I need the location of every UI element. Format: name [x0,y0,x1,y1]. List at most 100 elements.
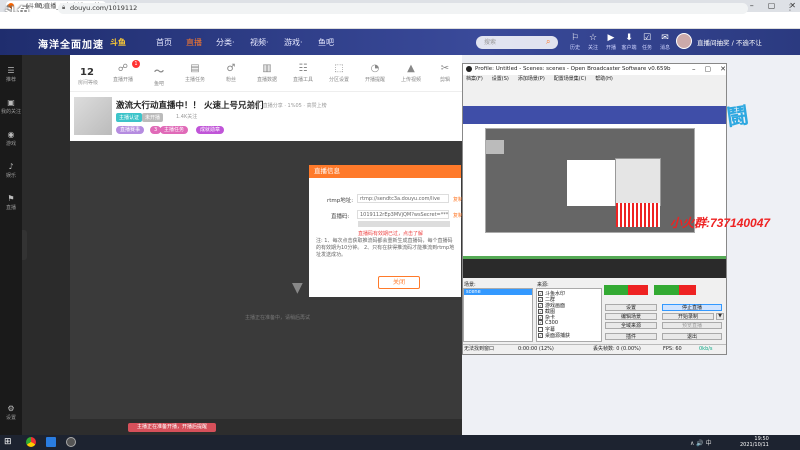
room-thumbnail[interactable] [74,97,112,135]
rail-item-following[interactable]: ▣ 我的关注 [0,98,22,115]
key-warning[interactable]: 直播码有效期已过，点击了解 [358,230,423,237]
obs-menu-item[interactable]: 设置(S) [492,75,509,84]
player-placeholder-icon: ▼ [292,280,303,296]
scene-item-selected[interactable]: scene [464,289,532,295]
tool-upload[interactable]: ▲ 上传视频 [398,63,424,83]
taskbar [0,435,800,450]
rail-recommend-icon: ☰ [7,66,15,75]
nav-games[interactable]: 游戏· [284,37,303,48]
tool-fans[interactable]: ♂ 粉丝 [218,63,244,83]
tool-category[interactable]: ⬚ 分区设置 [326,63,352,83]
modal-notes: 注: 1、每次点击获取推流码都会重新生成直播码，每个直播码的有效期为10分钟。 … [316,238,455,258]
settings-button[interactable]: 设置 [605,304,657,311]
nav-live[interactable]: 直播 [186,37,202,48]
rail-games-icon: ◉ [7,130,15,139]
back-button[interactable]: ← [6,2,14,12]
scenes-label: 场景: [464,282,476,288]
nav-category[interactable]: 分类· [216,37,235,48]
modal-close-button[interactable]: 关闭 [378,276,420,289]
modal-header: 直播信息 [309,165,461,178]
tool-data[interactable]: ▥ 直播数据 [254,63,280,83]
obs-level-bar [463,256,726,259]
global-sources-button[interactable]: 全域来源 [605,322,657,329]
scenes-list[interactable] [463,288,533,342]
exit-button[interactable]: 退出 [662,333,722,340]
rail-settings-icon: ⚙ [7,404,15,413]
audio-mixer [604,283,696,301]
site-logo[interactable]: 海洋全面加速 [38,36,104,51]
nav-home[interactable]: 首页 [156,37,172,48]
tool-clip[interactable]: ✂ 剪辑 [432,63,458,83]
obs-menu-item[interactable]: 帮助(H) [595,75,613,84]
status-time: 0:00:00 (12%) [518,346,554,352]
room-badge[interactable]: 成就勋章 [196,126,225,134]
lock-icon: 🔒︎ [62,4,66,11]
tool-yuba[interactable]: 〜鱼吧 [146,63,172,87]
rail-item-recommend[interactable]: ☰ 推荐 [0,66,22,83]
nav-video[interactable]: 视频· [250,37,269,48]
chrome-icon[interactable] [26,437,36,447]
mic-volume-meter[interactable] [604,285,648,295]
sources-label: 来源: [537,282,549,288]
obs-close-button[interactable]: ✕ [720,64,726,75]
rtmp-field[interactable]: rtmp://sendtc3a.douyu.com/live [357,194,449,203]
system-tray[interactable]: ∧ 🔊 中 [690,438,712,447]
room-subtitle[interactable]: 举报 · 直播分享 · 1%05 · 高赞上榜 [248,102,327,109]
client-download-icon[interactable]: ⬇ 客户端 [620,33,638,53]
obs-title-bar: Profile: Untitled - Scenes: scenes - Ope… [463,64,726,75]
room-badge[interactable]: 直播赛事 [116,126,145,134]
status-dropped: 丢失帧数: 0 (0.00%) [593,346,641,352]
preview-stream-button[interactable]: 预览直播 [662,322,722,329]
obs-menu-item[interactable]: 添加场景(P) [518,75,545,84]
nav-yuba[interactable]: 鱼吧 [318,37,334,48]
obs-maximize-button[interactable]: ▢ [705,64,712,75]
url-input[interactable]: douyu.com/1019112 [58,3,748,14]
rail-live-icon: ⚑ [7,194,15,203]
room-tag: 未开播 [142,113,164,122]
desktop-volume-meter[interactable] [654,285,696,295]
stream-key-field[interactable]: 1019112rEp3MVjQM?wsSecret=******* [357,210,449,219]
tool-live-tools[interactable]: ☷ 直播工具 [290,63,316,83]
user-avatar[interactable] [676,33,692,49]
follow-icon[interactable]: ☆ 关注 [584,33,602,53]
forward-button[interactable]: → [22,2,30,12]
obs-menu-item[interactable]: 档案(F) [466,75,483,84]
windows-start-icon[interactable]: ⊞ [4,437,12,447]
messages-icon[interactable]: ✉ 消息 [656,33,674,53]
key-progress [358,221,450,227]
plugins-button[interactable]: 插件 [605,333,657,340]
start-live-icon[interactable]: ▶ 开播 [602,33,620,53]
tool-tasks[interactable]: ▤ 主播任务 [182,63,208,83]
taskbar-clock[interactable]: 19:50 2021/10/11 [740,436,769,448]
rail-item-live[interactable]: ⚑ 直播 [0,194,22,211]
obs-preview-header-strip [463,106,726,124]
obs-minimize-button[interactable]: – [692,64,696,75]
rail-item-games[interactable]: ◉ 游戏 [0,130,22,147]
side-promo-art[interactable]: 鬪 [724,92,793,156]
rail-item-entertainment[interactable]: ♪ 娱乐 [0,162,22,179]
edit-scene-button[interactable]: 编辑场景 [605,313,657,320]
rail-collapse-handle[interactable] [22,230,27,260]
browser-menu-icon[interactable]: ⋮ [786,3,794,12]
recording-dropdown-icon[interactable]: ▼ [716,313,724,320]
start-recording-button[interactable]: 开始录制 [662,313,714,320]
remind-button[interactable]: 主播正在准备开播，开播后提醒 [128,423,216,432]
maximize-button[interactable]: ▢ [768,0,776,12]
source-item[interactable]: ✓ 桌面源捕获 [538,332,570,339]
status-fps: FPS: 60 [663,346,682,352]
history-icon[interactable]: ⚐ 历史 [566,33,584,53]
header-live-label[interactable]: 直播间抽奖 / 不逾不让 [697,37,762,47]
reload-button[interactable]: ↻ [38,2,46,12]
tool-guild[interactable]: ◔ 开播提醒 [362,63,388,83]
stop-stream-button[interactable]: 停止直播 [662,304,722,311]
rail-item-settings[interactable]: ⚙ 设置 [0,404,22,421]
tasks-icon[interactable]: ☑ 任务 [638,33,656,53]
obs-nested-thumb [486,140,504,154]
room-badge[interactable]: 主播任务 [160,126,189,134]
minimize-button[interactable]: – [750,0,754,12]
store-icon[interactable] [46,437,56,447]
obs-taskbar-icon[interactable] [66,437,76,447]
status-window: 无法找到窗口 [464,346,495,352]
search-icon[interactable]: ⌕ [546,37,550,47]
obs-menu-item[interactable]: 配置场景集(C) [554,75,586,84]
